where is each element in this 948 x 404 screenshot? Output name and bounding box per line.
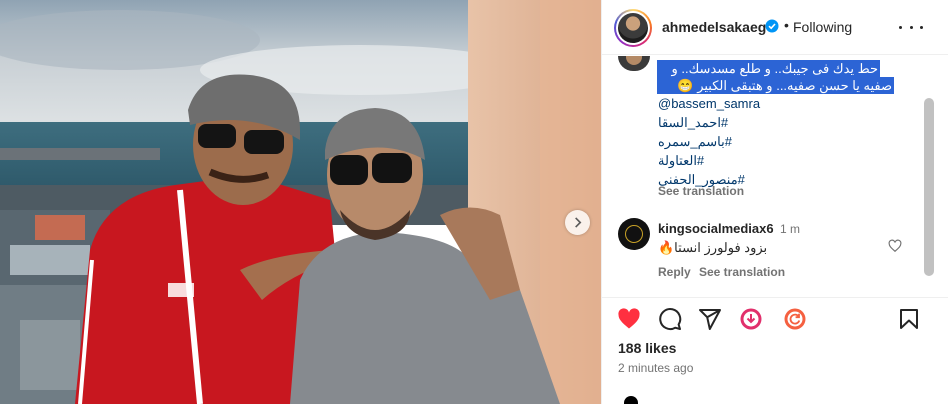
caption-line-2: صفيه يا حسن صفيه... و هتبقى الكبير 😁 <box>657 77 894 94</box>
comments-scrollbar[interactable] <box>924 98 934 276</box>
post-photo[interactable] <box>0 0 601 404</box>
refresh-icon[interactable] <box>783 307 807 331</box>
verified-badge-icon <box>765 19 779 33</box>
viewer-avatar <box>624 396 638 404</box>
hashtag-link[interactable]: #باسم_سمره <box>658 134 732 150</box>
caption-line-1: حط يدك فى جيبك.. و طلع مسدسك.. و <box>657 60 880 77</box>
heart-icon[interactable] <box>617 307 641 331</box>
commenter-avatar[interactable] <box>618 218 650 250</box>
comment-like-heart-icon[interactable] <box>888 239 902 253</box>
comment-reply-button[interactable]: Reply <box>658 265 691 279</box>
hashtag-link[interactable]: #العتاولة <box>658 153 704 169</box>
likes-count[interactable]: 188 likes <box>618 340 676 356</box>
post-timestamp[interactable]: 2 minutes ago <box>618 361 693 375</box>
separator-dot: • <box>784 17 789 33</box>
photo-image <box>0 0 601 404</box>
comments-section[interactable]: حط يدك فى جيبك.. و طلع مسدسك.. و صفيه يا… <box>602 56 948 296</box>
post-header: ahmedelsakaeg • Following <box>602 0 948 55</box>
caption-see-translation[interactable]: See translation <box>658 184 744 198</box>
post-action-bar <box>602 297 948 337</box>
comment-see-translation[interactable]: See translation <box>699 265 785 279</box>
share-icon[interactable] <box>698 307 722 331</box>
caption-author-avatar[interactable] <box>618 56 650 71</box>
following-button[interactable]: Following <box>793 19 852 35</box>
commenter-username[interactable]: kingsocialmediax6 <box>658 221 774 236</box>
mention-link[interactable]: @bassem_samra <box>658 96 760 111</box>
more-options-icon[interactable] <box>899 17 923 37</box>
bookmark-icon[interactable] <box>897 307 921 331</box>
next-photo-button[interactable] <box>565 210 590 235</box>
author-username[interactable]: ahmedelsakaeg <box>662 19 766 35</box>
author-avatar[interactable] <box>614 9 652 47</box>
comment-text: بزود فولورز انستا🔥 <box>658 240 768 255</box>
post-side-panel: ahmedelsakaeg • Following حط يدك فى جيبك… <box>601 0 948 404</box>
comment-timestamp[interactable]: 1 m <box>780 222 800 236</box>
download-icon[interactable] <box>739 307 763 331</box>
hashtag-link[interactable]: #احمد_السقا <box>658 115 728 131</box>
comment-icon[interactable] <box>658 307 682 331</box>
chevron-right-icon <box>575 217 582 228</box>
